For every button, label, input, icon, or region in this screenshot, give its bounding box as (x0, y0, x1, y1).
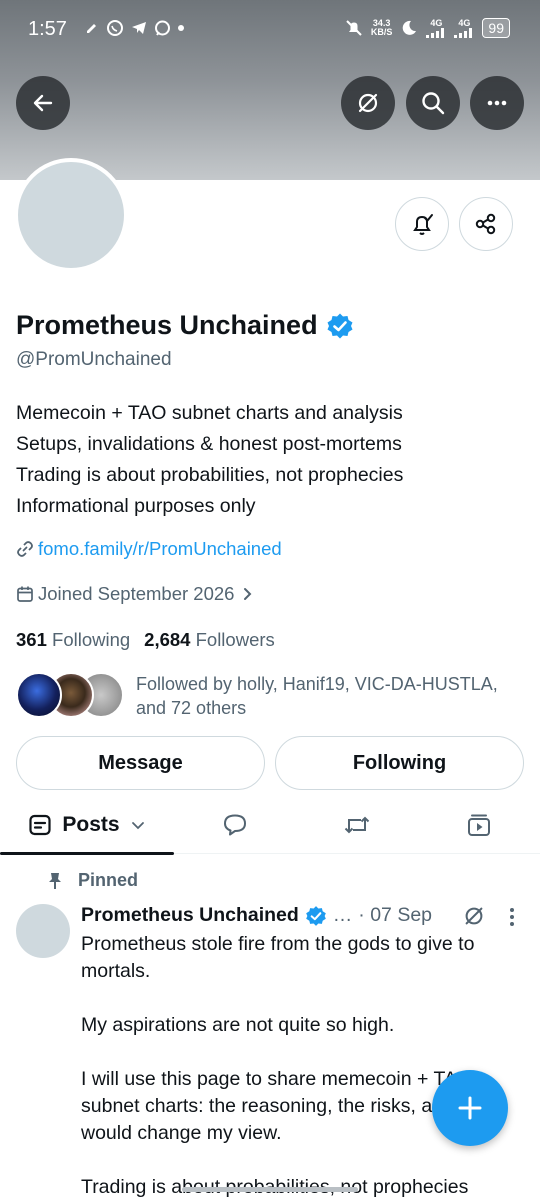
back-button[interactable] (16, 76, 70, 130)
following-count: 361 (16, 629, 47, 650)
net-speed: 34.3 KB/S (371, 19, 393, 37)
verified-badge-icon[interactable] (326, 312, 354, 340)
profile-link[interactable]: fomo.family/r/PromUnchained (38, 538, 282, 560)
message-button[interactable]: Message (16, 736, 265, 790)
status-bar: 1:57 34.3 KB/S 4G 4G 99 (0, 0, 540, 60)
notification-icons (84, 19, 185, 37)
moon-icon (403, 20, 417, 35)
profile-name: Prometheus Unchained (16, 310, 318, 340)
joined-date-row[interactable]: Joined September 2026 (16, 583, 256, 605)
post-more-button[interactable] (504, 906, 520, 933)
tab-posts-label: Posts (62, 813, 120, 836)
more-options-button[interactable] (470, 76, 524, 130)
followers-count: 2,684 (144, 629, 191, 650)
pinned-indicator: Pinned (46, 870, 138, 891)
post-paragraph: My aspirations are not quite so high. (81, 1014, 395, 1036)
followers-stat[interactable]: 2,684 Followers (144, 629, 275, 651)
search-button[interactable] (406, 76, 460, 130)
bio-line: Memecoin + TAO subnet charts and analysi… (16, 402, 403, 424)
post-text[interactable]: Prometheus stole fire from the gods to g… (81, 931, 521, 1200)
post-grok-button[interactable] (462, 904, 486, 933)
more-icon (487, 100, 507, 106)
plus-icon (458, 1096, 482, 1120)
grok-icon (358, 93, 378, 113)
tab-media[interactable] (434, 796, 524, 854)
repost-icon (344, 816, 370, 834)
more-vertical-icon (510, 908, 514, 926)
bio-line: Setups, invalidations & honest post-mort… (16, 433, 402, 455)
share-button[interactable] (459, 197, 513, 251)
tab-reposts[interactable] (312, 796, 402, 854)
mute-bell-icon (346, 20, 362, 36)
profile-link-row: fomo.family/r/PromUnchained (16, 538, 282, 560)
notifications-button[interactable] (395, 197, 449, 251)
profile-handle: @PromUnchained (16, 349, 172, 370)
profile-avatar[interactable] (14, 158, 128, 272)
whatsapp-icon (107, 20, 123, 36)
chevron-right-icon (244, 588, 252, 600)
home-indicator[interactable] (182, 1187, 358, 1192)
grok-button[interactable] (341, 76, 395, 130)
profile-tabs: Posts (0, 796, 540, 855)
grok-icon (465, 907, 483, 925)
chevron-down-icon (131, 822, 144, 830)
following-button[interactable]: Following (275, 736, 524, 790)
reply-bubble-icon (224, 814, 246, 836)
pencil-icon (87, 24, 96, 33)
chat-bubble-icon (155, 20, 170, 36)
pinned-label: Pinned (78, 870, 139, 890)
share-icon (475, 213, 496, 235)
bio-line: Informational purposes only (16, 495, 256, 517)
bell-check-icon (413, 214, 433, 235)
post-paragraph: Prometheus stole fire from the gods to g… (81, 933, 475, 982)
profile-name-row: Prometheus Unchained (16, 310, 354, 341)
tab-replies[interactable] (190, 796, 280, 854)
joined-date: Joined September 2026 (38, 583, 235, 604)
net-speed-unit: KB/S (370, 27, 393, 37)
posts-icon (29, 814, 52, 836)
search-icon (422, 92, 445, 115)
compose-post-button[interactable] (432, 1070, 508, 1146)
status-time: 1:57 (28, 18, 67, 40)
verified-badge-icon (305, 905, 326, 926)
bio-line: Trading is about probabilities, not prop… (16, 464, 404, 486)
signal-2-label: 4G (458, 18, 471, 28)
following-label: Following (52, 629, 131, 650)
telegram-icon (132, 22, 146, 34)
video-stack-icon (468, 814, 490, 836)
tab-posts[interactable]: Posts (0, 796, 174, 855)
followed-by-avatars[interactable] (16, 672, 126, 718)
link-icon (17, 541, 33, 557)
followed-by-text[interactable]: Followed by holly, Hanif19, VIC-DA-HUSTL… (136, 672, 526, 720)
dot-icon (178, 25, 184, 31)
signal-1-label: 4G (430, 18, 443, 28)
calendar-icon (17, 586, 33, 602)
battery-indicator: 99 (482, 18, 510, 38)
post-handle-truncated: … (332, 904, 353, 926)
follower-avatar (16, 672, 62, 718)
signal-bars-icon (426, 28, 445, 38)
post-author-avatar[interactable] (16, 904, 70, 958)
post-author-name[interactable]: Prometheus Unchained (81, 904, 299, 927)
profile-bio: Memecoin + TAO subnet charts and analysi… (16, 398, 403, 522)
signal-2: 4G (454, 18, 474, 38)
status-right: 34.3 KB/S 4G 4G 99 (345, 18, 510, 38)
followers-label: Followers (195, 629, 275, 650)
post-header: Prometheus Unchained … · 07 Sep (81, 904, 432, 927)
post-date: · 07 Sep (358, 904, 433, 926)
follow-stats: 361 Following 2,684 Followers (16, 629, 275, 651)
active-tab-indicator (0, 852, 174, 855)
arrow-left-icon (33, 94, 53, 112)
following-stat[interactable]: 361 Following (16, 629, 130, 651)
signal-bars-icon (454, 28, 473, 38)
pin-icon (49, 872, 61, 889)
signal-1: 4G (426, 18, 446, 38)
